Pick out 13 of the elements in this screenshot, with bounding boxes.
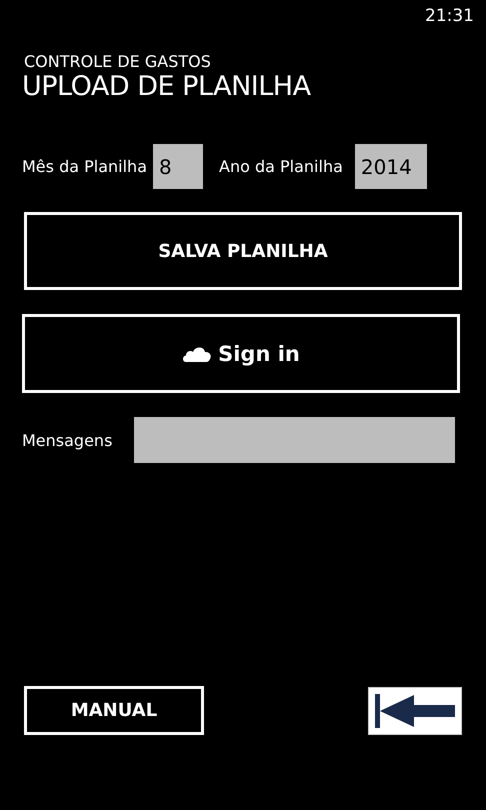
back-button[interactable]	[368, 686, 462, 734]
save-button[interactable]: SALVA PLANILHA	[24, 212, 462, 290]
field-label: Ano da Planilha	[219, 157, 343, 176]
field-label: Mês da Planilha	[22, 157, 147, 176]
clock-time: 21:31	[425, 6, 474, 28]
page-title: UPLOAD DE PLANILHA	[22, 71, 312, 102]
messages-label: Mensagens	[22, 430, 112, 450]
input-field[interactable]: 2014	[354, 144, 427, 189]
app-title: CONTROLE DE GASTOS	[24, 52, 212, 71]
sign-in-button[interactable]: Sign in	[22, 314, 460, 393]
cloud-icon	[182, 344, 212, 362]
manual-button[interactable]: MANUAL	[24, 686, 204, 735]
input-field[interactable]: 8	[153, 144, 203, 189]
